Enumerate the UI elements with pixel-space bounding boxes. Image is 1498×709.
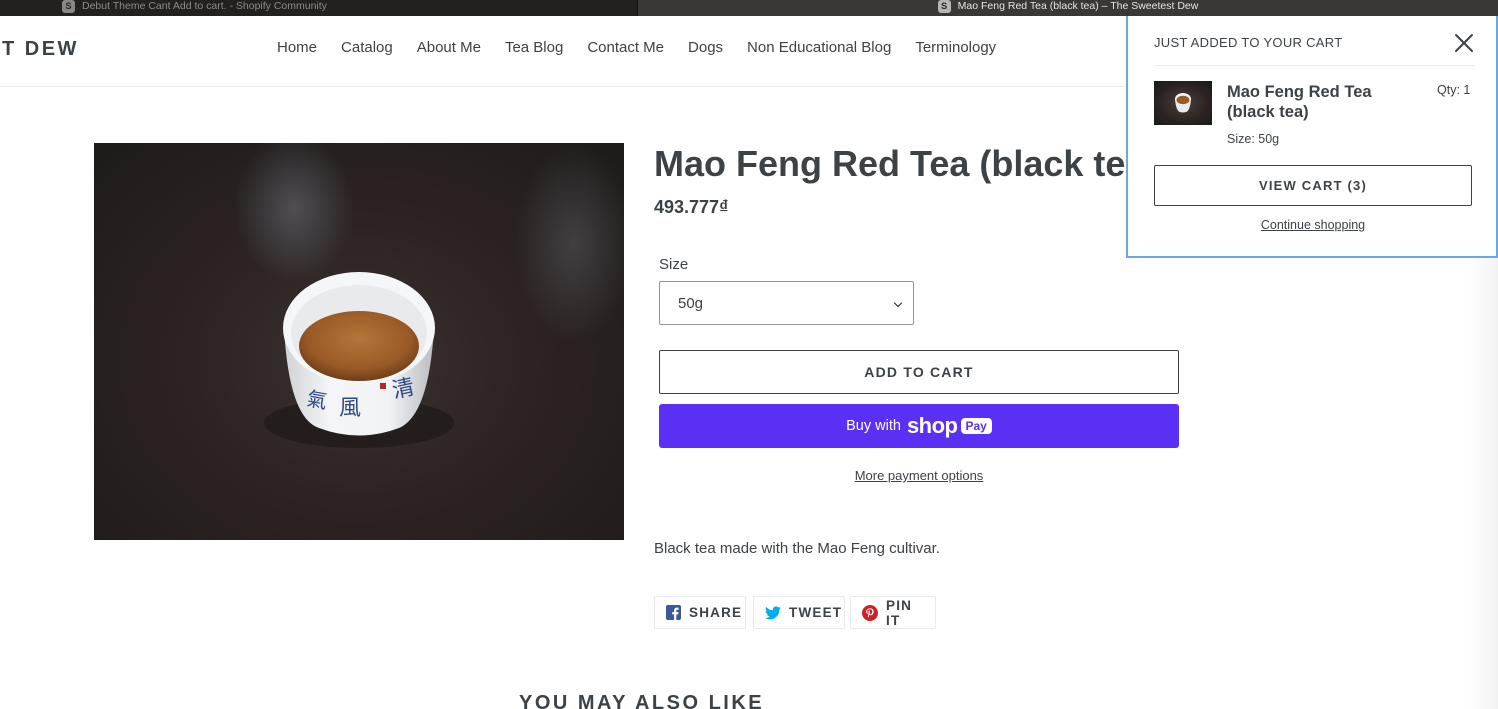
shopify-favicon-icon: S [62,0,75,13]
browser-tab-shopify-community[interactable]: S Debut Theme Cant Add to cart. - Shopif… [0,0,638,16]
browser-tab-active[interactable]: S Mao Feng Red Tea (black tea) – The Swe… [638,0,1498,16]
buy-with-label: Buy with [846,418,901,434]
more-payment-options-link[interactable]: More payment options [659,468,1179,483]
nav-tea-blog[interactable]: Tea Blog [505,39,563,56]
divider [1154,65,1474,66]
pay-badge: Pay [960,418,992,434]
svg-text:風: 風 [339,396,361,421]
product-description: Black tea made with the Mao Feng cultiva… [654,540,940,557]
nav-catalog[interactable]: Catalog [341,39,393,56]
shopify-favicon-icon: S [937,0,951,13]
tab-title: Debut Theme Cant Add to cart. - Shopify … [82,0,327,12]
continue-shopping-link[interactable]: Continue shopping [1154,218,1472,232]
share-pinterest-button[interactable]: PIN IT [850,596,936,629]
nav-dogs[interactable]: Dogs [688,39,723,56]
cart-item-qty: Qty: 1 [1437,83,1471,97]
size-label: Size [659,256,689,273]
cart-item-thumbnail [1154,81,1212,125]
size-select[interactable]: 50g [659,281,914,325]
nav-terminology[interactable]: Terminology [915,39,996,56]
tab-title: Mao Feng Red Tea (black tea) – The Sweet… [957,0,1199,12]
view-cart-button[interactable]: VIEW CART (3) [1154,165,1472,206]
cart-item-name: Mao Feng Red Tea (black tea) [1227,83,1372,121]
nav-contact-me[interactable]: Contact Me [587,39,664,56]
nav-about-me[interactable]: About Me [417,39,481,56]
svg-text:氣: 氣 [305,386,329,413]
cart-popup-heading: JUST ADDED TO YOUR CART [1154,35,1343,50]
cart-item-size: Size: 50g [1227,132,1280,146]
share-twitter-button[interactable]: TWEET [753,596,845,629]
shop-pay-button[interactable]: Buy with shop Pay [659,404,1179,448]
facebook-icon [666,605,681,621]
product-price: 493.777₫ [654,197,729,217]
pin-label: PIN IT [886,597,913,628]
related-products-heading: YOU MAY ALSO LIKE [519,692,765,709]
nav-non-educational-blog[interactable]: Non Educational Blog [747,39,891,56]
share-facebook-button[interactable]: SHARE [654,596,746,629]
tweet-label: TWEET [789,605,843,620]
add-to-cart-button[interactable]: ADD TO CART [659,350,1179,394]
browser-tab-strip: S Debut Theme Cant Add to cart. - Shopif… [0,0,1498,16]
size-select-value: 50g [678,294,704,312]
cart-popup: JUST ADDED TO YOUR CART Mao Feng Red Tea… [1126,16,1498,258]
share-label: SHARE [689,605,743,620]
chevron-down-icon [893,298,903,308]
product-title: Mao Feng Red Tea (black tea) [654,143,1158,184]
nav-home[interactable]: Home [277,39,317,56]
close-icon[interactable] [1454,33,1474,53]
product-image[interactable]: 氣 風 清 [94,143,624,540]
main-nav: Home Catalog About Me Tea Blog Contact M… [277,39,996,56]
twitter-icon [765,605,781,621]
shop-logo: shop [906,413,958,438]
pinterest-icon [862,604,878,621]
site-logo[interactable]: T DEW [2,38,79,61]
